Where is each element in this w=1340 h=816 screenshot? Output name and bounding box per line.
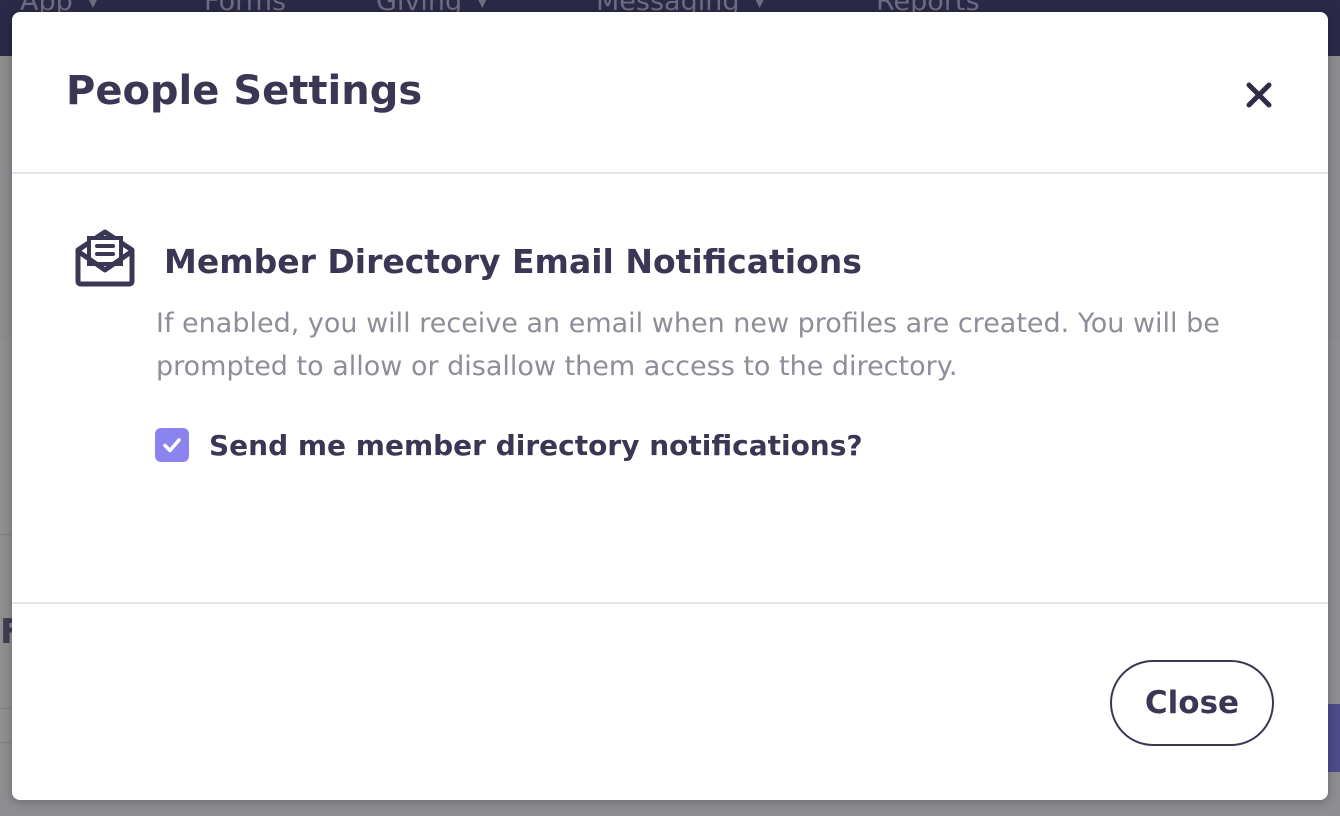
background-divider <box>0 742 12 743</box>
notifications-checkbox-row[interactable]: Send me member directory notifications? <box>155 426 863 464</box>
close-x-icon[interactable] <box>1240 76 1278 114</box>
notifications-checkbox[interactable] <box>155 428 189 462</box>
checkmark-icon <box>163 438 181 453</box>
background-divider <box>0 534 12 535</box>
chevron-down-icon: ▼ <box>753 0 766 10</box>
people-settings-modal: People Settings Member Directory Email N… <box>12 12 1328 800</box>
section-description: If enabled, you will receive an email wh… <box>156 308 1220 382</box>
envelope-open-icon <box>75 229 135 287</box>
section-title: Member Directory Email Notifications <box>164 242 862 281</box>
chevron-down-icon: ▼ <box>476 0 489 10</box>
chevron-down-icon: ▼ <box>86 0 100 10</box>
background-divider <box>0 708 12 709</box>
modal-header: People Settings <box>12 12 1328 174</box>
modal-footer: Close <box>12 602 1328 802</box>
modal-title: People Settings <box>66 68 423 114</box>
close-button[interactable]: Close <box>1110 660 1274 746</box>
notifications-checkbox-label[interactable]: Send me member directory notifications? <box>209 429 863 462</box>
